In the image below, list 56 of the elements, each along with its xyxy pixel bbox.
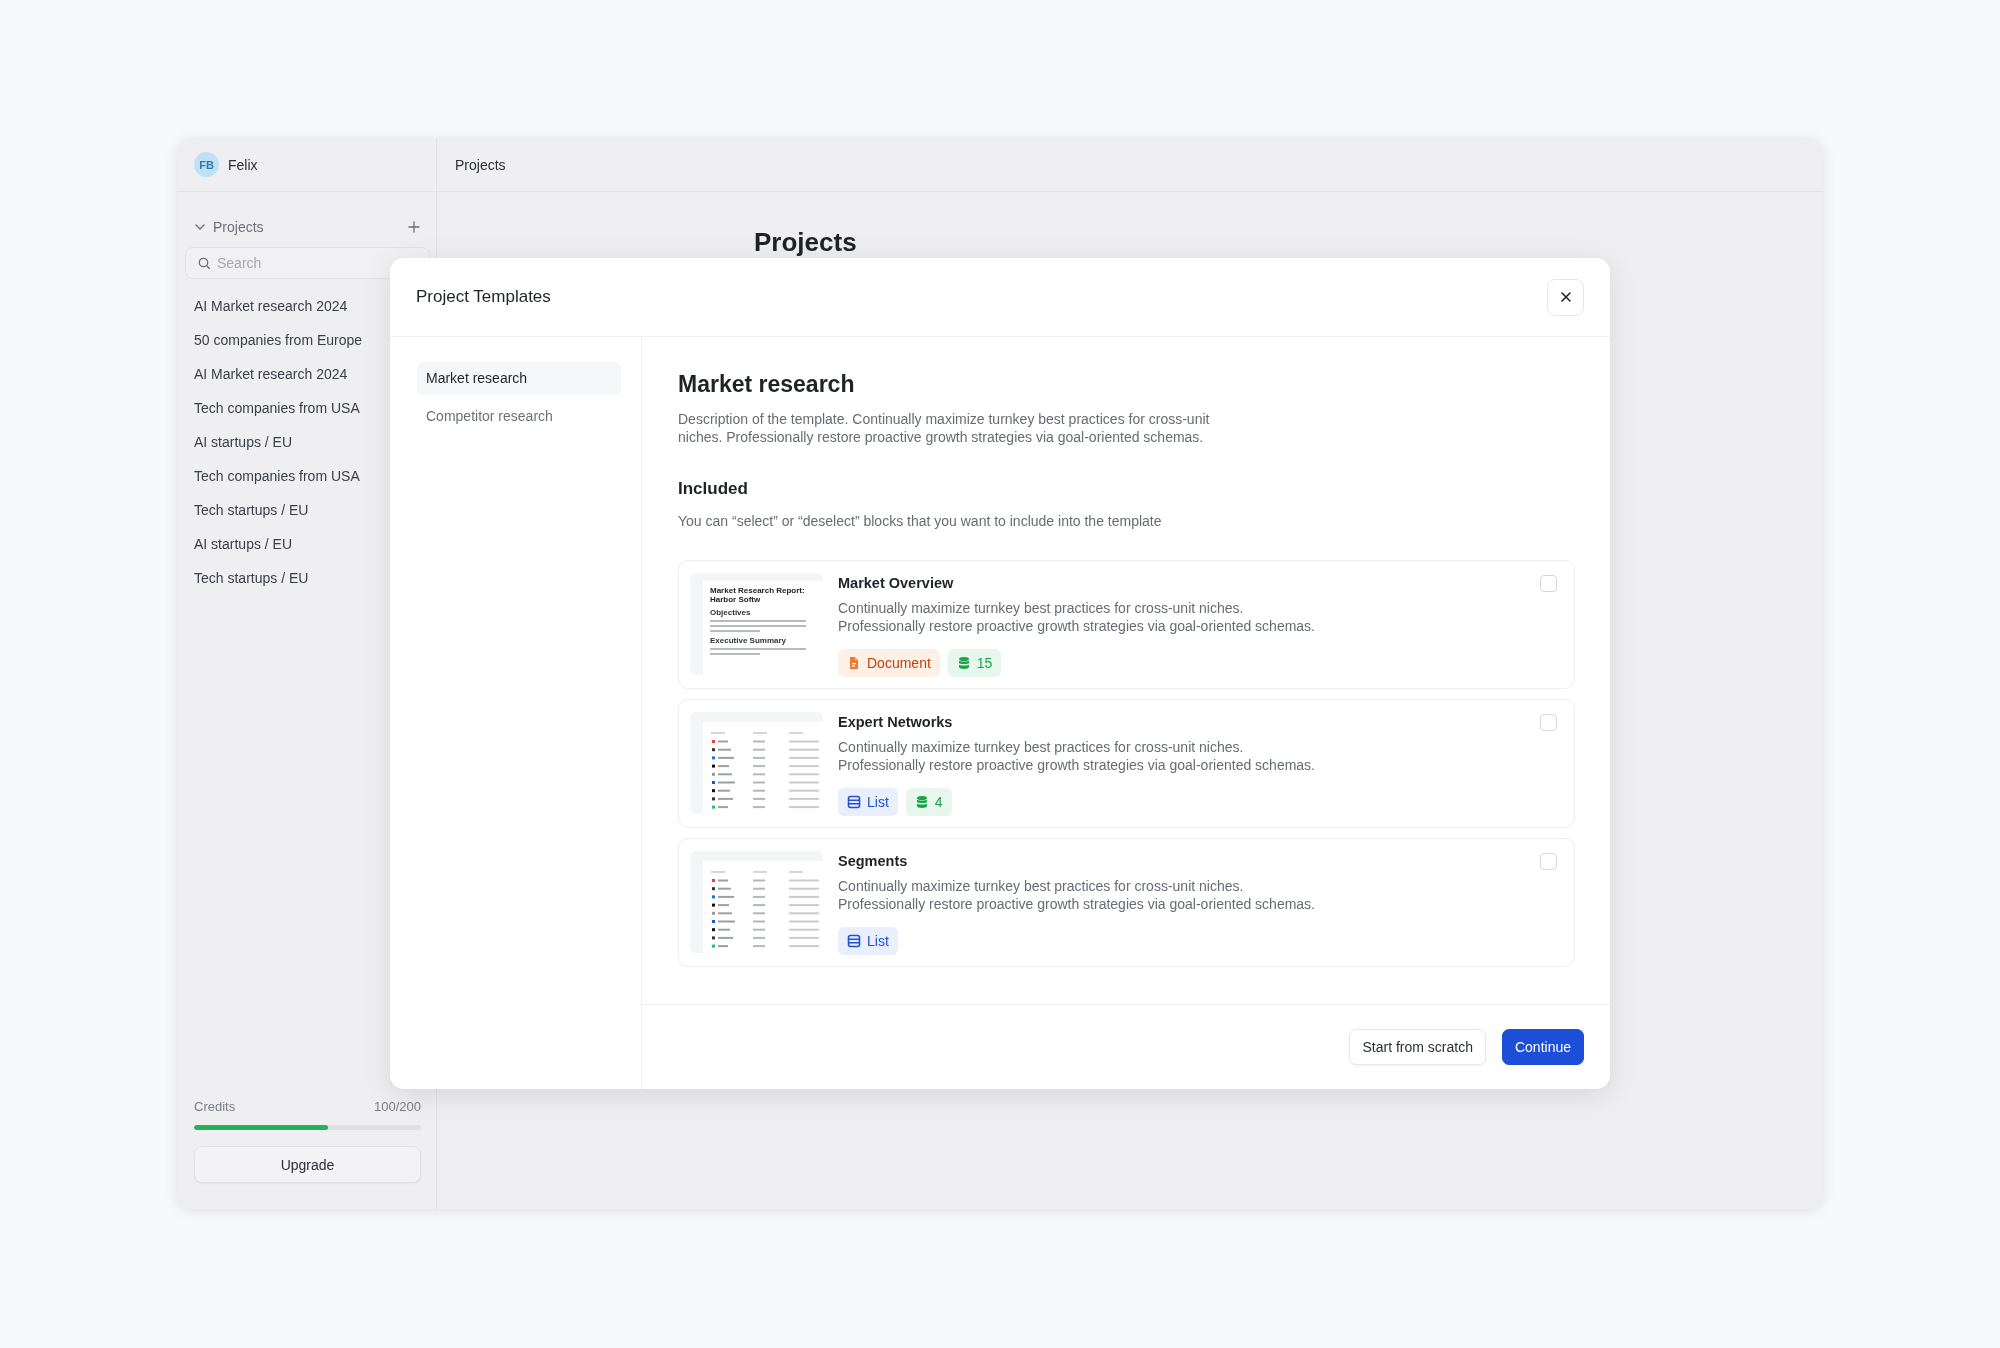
preview-section-heading: Objectives <box>710 608 752 617</box>
list-icon <box>847 795 861 809</box>
block-tag: 4 <box>905 788 952 816</box>
project-item[interactable]: Tech companies from USA <box>194 391 360 425</box>
block-title: Segments <box>838 853 909 869</box>
continue-button[interactable]: Continue <box>1501 1029 1584 1065</box>
plus-icon[interactable] <box>408 221 420 233</box>
close-icon <box>1559 291 1572 303</box>
project-item[interactable]: Tech startups / EU <box>194 493 309 527</box>
modal-title: Project Templates <box>416 287 551 307</box>
checkbox[interactable] <box>1540 575 1557 592</box>
checkbox[interactable] <box>1540 714 1557 731</box>
block-tag: List <box>838 927 898 955</box>
block-tag: List <box>838 788 898 816</box>
block-title: Expert Networks <box>838 714 954 730</box>
block-tag: 15 <box>947 649 1002 677</box>
project-item[interactable]: AI Market research 2024 <box>194 357 348 391</box>
block-title: Market Overview <box>838 575 955 591</box>
block-tag: Document <box>838 649 940 677</box>
section-hint: You can “select” or “deselect” blocks that you want to include into the template <box>678 513 1163 529</box>
block-card[interactable] <box>678 560 1575 689</box>
template-nav-item[interactable]: Competitor research <box>417 400 621 433</box>
block-description: Continually maximize turnkey best practices for cross-unit niches. Professionally restore proactive growth strategies via goal-oriented schemas. <box>838 599 1316 635</box>
list-icon <box>847 934 861 948</box>
credits-label: Credits <box>194 1099 236 1114</box>
template-nav-item[interactable]: Market research <box>417 362 621 395</box>
block-card[interactable]: Expert Networks Continually maximize turnkey best practices for cross-unit niches. Professionally restore proactive growth strategies via goal-oriented schemas. List 4 <box>678 699 1575 828</box>
start-from-scratch-button[interactable]: Start from scratch <box>1349 1029 1486 1065</box>
template-title: Market research <box>678 371 856 398</box>
project-item[interactable]: AI Market research 2024 <box>194 289 348 323</box>
close-button[interactable] <box>1547 278 1584 316</box>
search-icon <box>198 257 210 269</box>
file-icon <box>847 656 861 670</box>
database-icon <box>914 795 929 809</box>
page-title: Projects <box>455 156 506 173</box>
database-icon <box>956 656 971 670</box>
preview-section-heading: Executive Summary <box>710 636 788 645</box>
page-heading: Projects <box>754 227 858 257</box>
checkbox[interactable] <box>1540 853 1557 870</box>
project-item[interactable]: Tech startups / EU <box>194 561 309 595</box>
block-description: Continually maximize turnkey best practices for cross-unit niches. Professionally restore proactive growth strategies via goal-oriented schemas. <box>838 738 1316 774</box>
preview-heading: Market Research Report: Harbor Softw <box>710 586 806 604</box>
project-item[interactable]: Tech companies from USA <box>194 459 360 493</box>
section-heading: Included <box>678 479 749 499</box>
template-description: Description of the template. Continually maximize turnkey best practices for cross-unit niches. Professionally restore proactive growth strategies via goal-oriented schemas. <box>678 410 1211 446</box>
user-name: Felix <box>228 156 258 173</box>
project-item[interactable]: 50 companies from Europe <box>194 323 363 357</box>
upgrade-button[interactable]: Upgrade <box>194 1146 421 1183</box>
block-card[interactable]: Segments Continually maximize turnkey best practices for cross-unit niches. Professionally restore proactive growth strategies via goal-oriented schemas. List <box>678 838 1575 967</box>
credits-reading: 100/200 <box>374 1099 421 1114</box>
section-label: Projects <box>213 219 265 235</box>
avatar: FB <box>194 152 219 177</box>
project-item[interactable]: AI startups / EU <box>194 527 293 561</box>
project-item[interactable]: AI startups / EU <box>194 425 293 459</box>
search-field[interactable]: Search <box>185 247 430 279</box>
block-description: Continually maximize turnkey best practices for cross-unit niches. Professionally restore proactive growth strategies via goal-oriented schemas. <box>838 877 1316 913</box>
